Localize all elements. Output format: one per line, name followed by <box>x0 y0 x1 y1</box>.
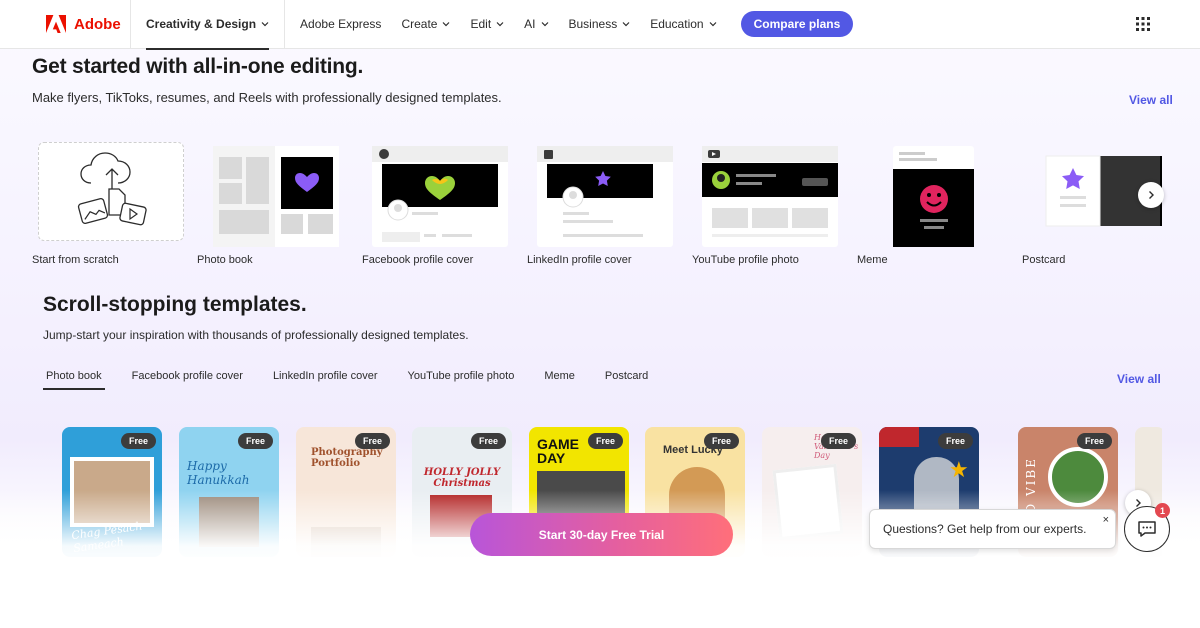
tab-youtube-profile-photo[interactable]: YouTube profile photo <box>405 370 518 390</box>
nav-education-label: Education <box>650 17 704 31</box>
view-all-link-templates[interactable]: View all <box>1117 372 1161 386</box>
template-card[interactable]: Photography Portfolio Free <box>296 427 396 557</box>
free-badge: Free <box>470 433 506 449</box>
card-label: YouTube profile photo <box>692 254 799 266</box>
tab-linkedin-profile-cover[interactable]: LinkedIn profile cover <box>270 370 381 390</box>
template-tabs: Photo book Facebook profile cover Linked… <box>43 370 675 390</box>
youtube-profile-thumbnail <box>702 146 838 247</box>
carousel-next-button[interactable] <box>1138 182 1164 208</box>
template-text: Photography Portfolio <box>311 447 383 469</box>
nav-adobe-express[interactable]: Adobe Express <box>300 17 381 31</box>
nav-business-label: Business <box>568 17 618 31</box>
card-label: Start from scratch <box>32 254 119 266</box>
start-free-trial-button[interactable]: Start 30-day Free Trial <box>470 513 733 556</box>
nav-edit-label: Edit <box>470 17 492 31</box>
compare-plans-button[interactable]: Compare plans <box>740 11 854 37</box>
scratch-dropzone[interactable] <box>38 142 184 241</box>
template-text: Happy Hanukkah <box>187 459 250 487</box>
card-postcard[interactable]: Postcard <box>1022 140 1162 270</box>
tab-facebook-profile-cover[interactable]: Facebook profile cover <box>129 370 246 390</box>
notification-badge: 1 <box>1155 503 1170 518</box>
card-linkedin-profile-cover[interactable]: LinkedIn profile cover <box>527 140 680 270</box>
linkedin-cover-thumbnail <box>537 146 673 247</box>
nav-creativity-design[interactable]: Creativity & Design <box>131 0 286 50</box>
free-badge: Free <box>820 433 856 449</box>
tab-photo-book[interactable]: Photo book <box>43 370 105 390</box>
template-photo <box>311 527 381 557</box>
star-icon: ★ <box>949 457 969 482</box>
free-badge: Free <box>703 433 739 449</box>
apps-grid-icon[interactable] <box>1136 17 1150 31</box>
facebook-cover-thumbnail <box>372 146 508 247</box>
card-photo-book[interactable]: Photo book <box>197 140 350 270</box>
nav-create[interactable]: Create <box>401 17 450 31</box>
nav-create-label: Create <box>401 17 438 31</box>
card-label: Postcard <box>1022 254 1066 266</box>
chevron-right-icon <box>1149 191 1154 199</box>
nav-creativity-label: Creativity & Design <box>146 17 257 31</box>
adobe-logo[interactable]: Adobe <box>0 0 131 49</box>
close-icon[interactable]: × <box>1103 514 1109 526</box>
template-card[interactable]: Happy Valentine's Day Free <box>762 427 862 557</box>
chevron-down-icon <box>622 22 630 27</box>
card-meme[interactable]: Meme <box>857 140 1010 270</box>
chevron-down-icon <box>541 22 548 27</box>
free-badge: Free <box>587 433 623 449</box>
flag-stripe <box>879 427 919 447</box>
template-card[interactable]: Happy Hanukkah Free <box>179 427 279 557</box>
free-badge: Free <box>354 433 390 449</box>
chevron-down-icon <box>709 22 717 27</box>
tab-postcard[interactable]: Postcard <box>602 370 651 390</box>
tab-meme[interactable]: Meme <box>541 370 578 390</box>
chevron-down-icon <box>443 22 450 27</box>
template-card[interactable]: Chag Pesach Sameach Free <box>62 427 162 557</box>
nav-ai[interactable]: AI <box>524 17 548 31</box>
section-subtitle-templates: Jump-start your inspiration with thousan… <box>43 328 469 342</box>
nav-education[interactable]: Education <box>650 17 717 31</box>
template-photo <box>772 463 844 541</box>
nav-edit[interactable]: Edit <box>470 17 504 31</box>
section-title-get-started: Get started with all-in-one editing. <box>32 55 364 78</box>
chat-icon <box>1138 521 1156 537</box>
template-photo <box>199 497 259 547</box>
card-label: Facebook profile cover <box>362 254 474 266</box>
photo-book-thumbnail <box>213 146 339 247</box>
chevron-down-icon <box>496 22 504 27</box>
help-text: Questions? Get help from our experts. <box>883 522 1087 536</box>
template-text: HOLLY JOLLY Christmas <box>423 467 501 489</box>
card-youtube-profile-photo[interactable]: YouTube profile photo <box>692 140 845 270</box>
brand-name: Adobe <box>74 15 121 33</box>
section-subtitle-get-started: Make flyers, TikToks, resumes, and Reels… <box>32 90 502 105</box>
help-tooltip: Questions? Get help from our experts. × <box>869 509 1116 549</box>
template-photo <box>1048 447 1108 507</box>
meme-thumbnail <box>893 146 974 247</box>
free-badge: Free <box>120 433 156 449</box>
free-badge: Free <box>1076 433 1112 449</box>
card-start-from-scratch[interactable]: Start from scratch <box>32 140 185 270</box>
adobe-logo-icon <box>46 14 66 33</box>
upload-cloud-icon <box>77 152 147 226</box>
global-nav: Adobe Creativity & Design Adobe Express … <box>0 0 1200 50</box>
free-badge: Free <box>237 433 273 449</box>
section-title-templates: Scroll-stopping templates. <box>43 293 307 316</box>
nav-business[interactable]: Business <box>569 17 631 31</box>
nav-ai-label: AI <box>524 17 536 31</box>
card-label: LinkedIn profile cover <box>527 254 632 266</box>
card-label: Meme <box>857 254 888 266</box>
free-badge: Free <box>937 433 973 449</box>
template-photo <box>70 457 154 527</box>
card-facebook-profile-cover[interactable]: Facebook profile cover <box>362 140 515 270</box>
quick-create-carousel: Start from scratch Photo book Facebook p… <box>32 140 1162 270</box>
view-all-link-quick-actions[interactable]: View all <box>1129 93 1173 107</box>
card-label: Photo book <box>197 254 253 266</box>
chevron-down-icon <box>261 22 269 27</box>
